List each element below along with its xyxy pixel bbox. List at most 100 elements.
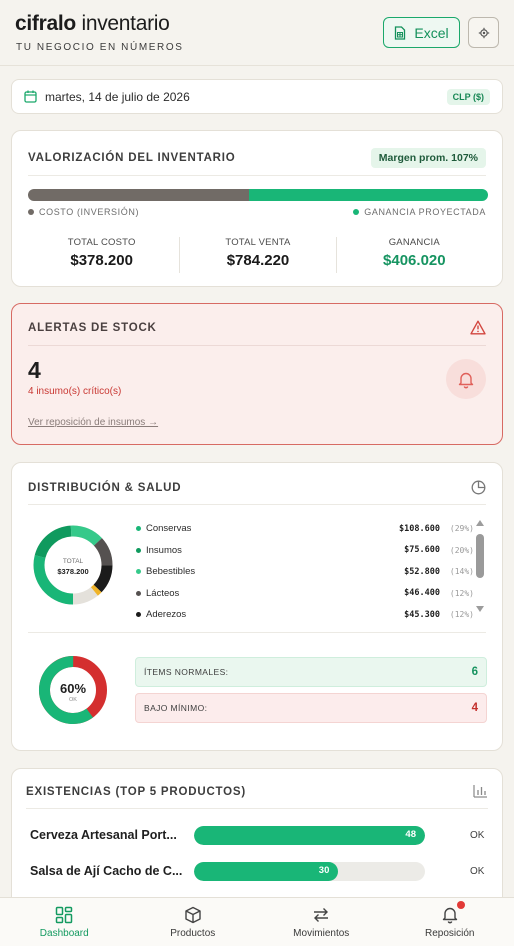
distribucion-card: DISTRIBUCIÓN & SALUD TOTAL $378.200 Cons… bbox=[11, 462, 503, 751]
category-dot bbox=[136, 569, 141, 575]
category-pct: (20%) bbox=[449, 545, 474, 555]
bajo-minimo-stat: BAJO MÍNIMO: 4 bbox=[135, 693, 487, 723]
category-pct: (14%) bbox=[449, 567, 474, 577]
excel-label: Excel bbox=[414, 24, 449, 41]
health-pct: 60% bbox=[60, 681, 86, 696]
totals-row: TOTAL COSTO $378.200 TOTAL VENTA $784.22… bbox=[24, 237, 492, 273]
excel-export-button[interactable]: Excel bbox=[383, 17, 460, 48]
category-pct: (29%) bbox=[449, 524, 474, 534]
divider bbox=[28, 175, 486, 176]
nav-dashboard[interactable]: Dashboard bbox=[0, 898, 129, 946]
divider bbox=[28, 345, 486, 346]
stock-bar-fill: 30 bbox=[194, 861, 339, 881]
bar-chart-icon bbox=[473, 785, 487, 798]
alert-count: 4 bbox=[28, 357, 41, 383]
total-costo: TOTAL COSTO $378.200 bbox=[24, 237, 181, 273]
category-dot bbox=[136, 526, 141, 532]
donut-total-value: $378.200 bbox=[57, 567, 88, 576]
settings-button[interactable] bbox=[468, 17, 499, 48]
app-header: cifralo inventario TU NEGOCIO EN NÚMEROS… bbox=[0, 0, 514, 66]
category-name: Lácteos bbox=[146, 587, 180, 599]
category-list: Conservas $108.600 (29%) Insumos $75.600… bbox=[136, 518, 474, 626]
warning-triangle-icon bbox=[470, 320, 486, 335]
product-row: Cerveza Artesanal Port... 48 OK bbox=[30, 825, 490, 845]
category-amount: $46.400 bbox=[404, 588, 440, 599]
items-normales-value: 6 bbox=[471, 666, 478, 678]
stock-status: OK bbox=[470, 829, 485, 841]
brand-bold: cifralo bbox=[15, 12, 76, 35]
legend-cost: COSTO (INVERSIÓN) bbox=[28, 207, 139, 217]
ganancia-label: GANANCIA bbox=[388, 237, 440, 248]
product-row: Salsa de Ají Cacho de C... 30 OK bbox=[30, 861, 490, 881]
existencias-title: EXISTENCIAS (TOP 5 PRODUCTOS) bbox=[26, 786, 247, 798]
stock-status: OK bbox=[470, 865, 485, 877]
alertas-card: ALERTAS DE STOCK 4 4 insumo(s) crítico(s… bbox=[11, 303, 503, 445]
dashboard-grid-icon bbox=[56, 906, 73, 923]
category-amount: $75.600 bbox=[404, 545, 440, 556]
ganancia-value: $406.020 bbox=[383, 252, 446, 269]
category-dot bbox=[136, 547, 141, 553]
bottom-nav: Dashboard Productos Movimientos Reposici… bbox=[0, 897, 514, 946]
scroll-down-arrow[interactable] bbox=[476, 606, 484, 612]
valorizacion-card: VALORIZACIÓN DEL INVENTARIO Margen prom.… bbox=[11, 130, 503, 287]
alert-subtitle: 4 insumo(s) crítico(s) bbox=[28, 386, 122, 397]
scroll-up-arrow[interactable] bbox=[476, 520, 484, 526]
total-venta-value: $784.220 bbox=[226, 252, 290, 269]
nav-movimientos[interactable]: Movimientos bbox=[257, 898, 386, 946]
total-costo-label: TOTAL COSTO bbox=[67, 237, 136, 248]
notification-dot bbox=[456, 901, 465, 909]
category-dot bbox=[136, 612, 141, 618]
cost-bar-segment bbox=[28, 189, 249, 201]
legend-cost-dot bbox=[28, 209, 34, 215]
health-label: OK bbox=[69, 697, 77, 703]
category-amount: $108.600 bbox=[399, 523, 440, 534]
bajo-minimo-label: BAJO MÍNIMO: bbox=[144, 703, 208, 713]
gain-bar-segment bbox=[248, 189, 488, 201]
legend-gain-dot bbox=[353, 209, 360, 215]
items-normales-label: ÍTEMS NORMALES: bbox=[144, 667, 229, 677]
total-costo-value: $378.200 bbox=[70, 252, 133, 269]
nav-label: Reposición bbox=[425, 928, 475, 939]
legend-gain-label: GANANCIA PROYECTADA bbox=[364, 207, 486, 217]
category-amount: $45.300 bbox=[404, 609, 440, 620]
spreadsheet-icon bbox=[395, 25, 406, 40]
nav-reposicion[interactable]: Reposición bbox=[386, 898, 514, 946]
distribucion-title: DISTRIBUCIÓN & SALUD bbox=[28, 482, 182, 494]
category-dot bbox=[136, 590, 141, 596]
category-pct: (12%) bbox=[449, 610, 474, 620]
legend-gain: GANANCIA PROYECTADA bbox=[353, 207, 486, 217]
total-venta: TOTAL VENTA $784.220 bbox=[180, 237, 337, 273]
tagline: TU NEGOCIO EN NÚMEROS bbox=[16, 42, 184, 53]
category-scrollbar[interactable] bbox=[475, 520, 485, 614]
stock-qty: 30 bbox=[318, 864, 330, 876]
calendar-icon bbox=[24, 90, 37, 103]
divider bbox=[26, 808, 488, 809]
bell-icon bbox=[458, 372, 474, 388]
total-venta-label: TOTAL VENTA bbox=[225, 237, 291, 248]
list-item: Conservas $108.600 (29%) bbox=[136, 518, 474, 540]
ganancia: GANANCIA $406.020 bbox=[337, 237, 492, 273]
stock-qty: 48 bbox=[405, 828, 416, 840]
nav-productos[interactable]: Productos bbox=[129, 898, 258, 946]
stock-bar: 48 bbox=[194, 825, 425, 845]
scrollbar-thumb[interactable] bbox=[476, 534, 484, 578]
brand-light: inventario bbox=[81, 12, 170, 35]
list-item: Insumos $75.600 (20%) bbox=[136, 540, 474, 562]
items-normales-stat: ÍTEMS NORMALES: 6 bbox=[135, 657, 487, 687]
category-donut-chart: TOTAL $378.200 bbox=[33, 525, 113, 605]
category-name: Aderezos bbox=[146, 609, 187, 621]
reposicion-link[interactable]: Ver reposición de insumos → bbox=[28, 417, 158, 428]
divider bbox=[28, 632, 486, 633]
list-item: Lácteos $46.400 (12%) bbox=[136, 583, 474, 605]
list-item: Bebestibles $52.800 (14%) bbox=[136, 561, 474, 583]
donut-total-label: TOTAL bbox=[63, 558, 84, 565]
divider bbox=[28, 504, 486, 505]
valorizacion-bar bbox=[28, 189, 488, 201]
alertas-title: ALERTAS DE STOCK bbox=[28, 322, 157, 334]
list-item: Aderezos $45.300 (12%) bbox=[136, 604, 474, 626]
category-name: Insumos bbox=[146, 544, 182, 556]
category-pct: (12%) bbox=[449, 588, 474, 598]
bajo-minimo-value: 4 bbox=[471, 702, 478, 714]
pie-chart-icon bbox=[471, 480, 486, 495]
category-amount: $52.800 bbox=[404, 566, 440, 577]
